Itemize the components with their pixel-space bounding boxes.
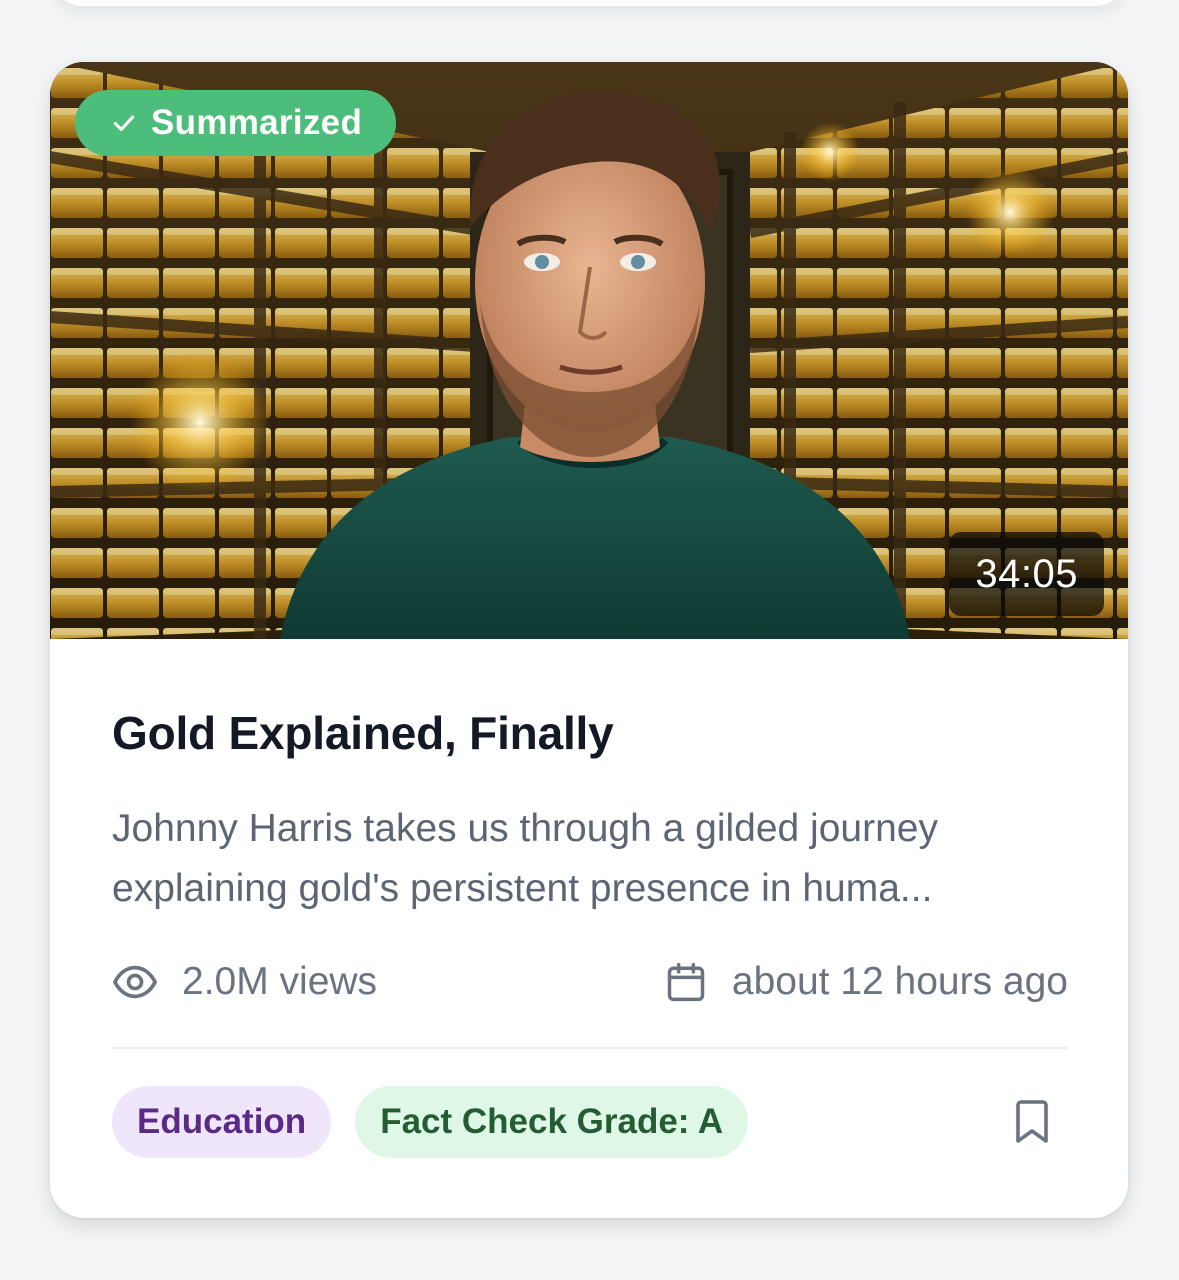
tag-list: Education Fact Check Grade: A — [112, 1086, 749, 1158]
video-thumbnail[interactable]: Summarized 34:05 — [50, 62, 1128, 639]
views-meta: 2.0M views — [112, 959, 377, 1005]
calendar-icon — [667, 962, 705, 1002]
summarized-badge: Summarized — [75, 90, 397, 156]
views-count: 2.0M views — [182, 960, 378, 1003]
bookmark-icon[interactable] — [1014, 1100, 1050, 1144]
video-card[interactable]: Summarized 34:05 Gold Explained, Finally… — [50, 62, 1128, 1218]
video-title[interactable]: Gold Explained, Finally — [112, 706, 614, 760]
tag-education[interactable]: Education — [112, 1086, 332, 1158]
video-description: Johnny Harris takes us through a gilded … — [112, 807, 938, 910]
eye-icon — [113, 965, 157, 999]
check-icon — [113, 115, 135, 132]
previous-card-edge — [50, 0, 1128, 6]
divider — [112, 1047, 1068, 1049]
video-meta: 2.0M views about 12 hours ago — [112, 950, 1068, 1014]
published-time: about 12 hours ago — [731, 960, 1068, 1003]
video-duration: 34:05 — [949, 532, 1104, 616]
tag-fact-check-grade[interactable]: Fact Check Grade: A — [355, 1086, 749, 1158]
published-meta: about 12 hours ago — [664, 959, 1068, 1005]
summarized-label: Summarized — [151, 103, 363, 142]
